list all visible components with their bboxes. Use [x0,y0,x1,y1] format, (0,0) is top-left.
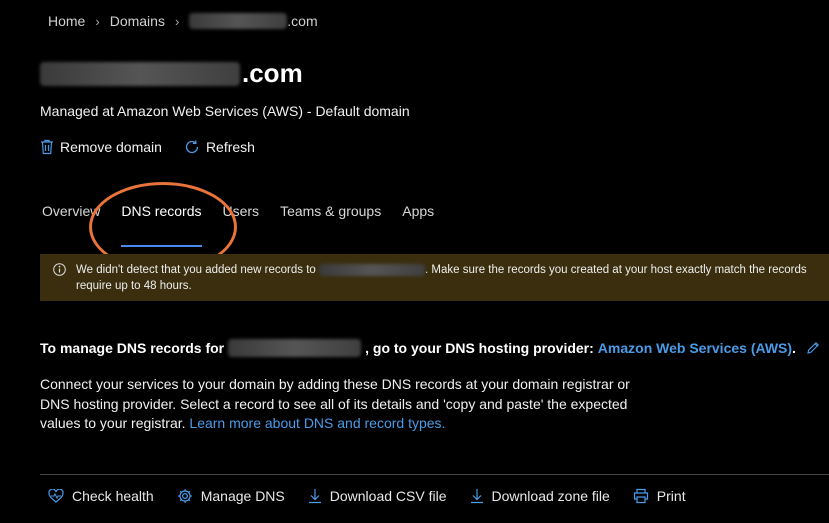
print-button[interactable]: Print [633,488,686,504]
download-icon [308,489,321,504]
tab-overview[interactable]: Overview [42,203,100,229]
redacted-domain [189,13,288,29]
breadcrumb-home[interactable]: Home [48,13,85,29]
download-csv-label: Download CSV file [329,488,447,504]
command-bar: Remove domain Refresh [40,139,277,155]
warning-line-2: require up to 48 hours. [76,280,192,292]
check-health-button[interactable]: Check health [48,488,154,504]
edit-pencil-icon[interactable] [806,341,820,355]
breadcrumb: Home › Domains › .com [48,12,318,30]
tab-users[interactable]: Users [223,203,260,229]
info-icon [53,263,66,276]
download-zone-label: Download zone file [491,488,610,504]
page-subtitle: Managed at Amazon Web Services (AWS) - D… [40,103,410,119]
check-health-label: Check health [72,488,154,504]
redacted-domain-manage [228,339,362,357]
download-csv-button[interactable]: Download CSV file [308,488,447,504]
warning-line-1: We didn't detect that you added new reco… [76,262,829,278]
manage-dns-button[interactable]: Manage DNS [177,488,285,504]
redacted-domain-title [40,61,240,86]
tab-teams-groups[interactable]: Teams & groups [280,203,381,229]
printer-icon [633,488,648,504]
print-label: Print [656,488,686,504]
manage-dns-heading: To manage DNS records for , go to your D… [40,339,820,357]
breadcrumb-domain-suffix: .com [287,13,318,29]
divider [40,474,829,475]
manage-prefix: To manage DNS records for [40,340,225,356]
manage-dns-label: Manage DNS [200,488,285,504]
gear-icon [177,489,192,503]
chevron-right-icon: › [174,13,180,29]
remove-domain-button[interactable]: Remove domain [40,139,162,155]
manage-middle: , go to your DNS hosting provider: [365,340,594,356]
remove-domain-label: Remove domain [60,139,162,155]
tab-apps[interactable]: Apps [402,203,434,229]
chevron-right-icon: › [95,13,100,29]
redacted-domain-warning [319,263,426,276]
breadcrumb-domains[interactable]: Domains [110,13,165,29]
heart-pulse-icon [48,489,64,503]
dns-provider-link[interactable]: Amazon Web Services (AWS) [598,340,792,356]
trash-icon [41,139,53,155]
learn-more-link[interactable]: Learn more about DNS and record types. [189,415,445,431]
refresh-icon [185,140,199,154]
refresh-label: Refresh [205,139,255,155]
page-title-suffix: .com [242,58,303,88]
download-icon [470,489,483,504]
tab-list: Overview DNS records Users Teams & group… [42,203,455,247]
warning-text-part1: We didn't detect that you added new reco… [76,264,316,276]
page-title: .com [40,58,303,89]
tab-dns-records[interactable]: DNS records [121,203,202,247]
dns-description: Connect your services to your domain by … [40,375,660,434]
warning-text-part2: . Make sure the records you created at y… [425,264,807,276]
download-zone-button[interactable]: Download zone file [470,488,610,504]
manage-end: . [792,340,796,356]
refresh-button[interactable]: Refresh [184,139,255,155]
warning-banner: We didn't detect that you added new reco… [40,254,829,301]
dns-command-bar: Check health Manage DNS Download CSV fil… [48,488,709,504]
